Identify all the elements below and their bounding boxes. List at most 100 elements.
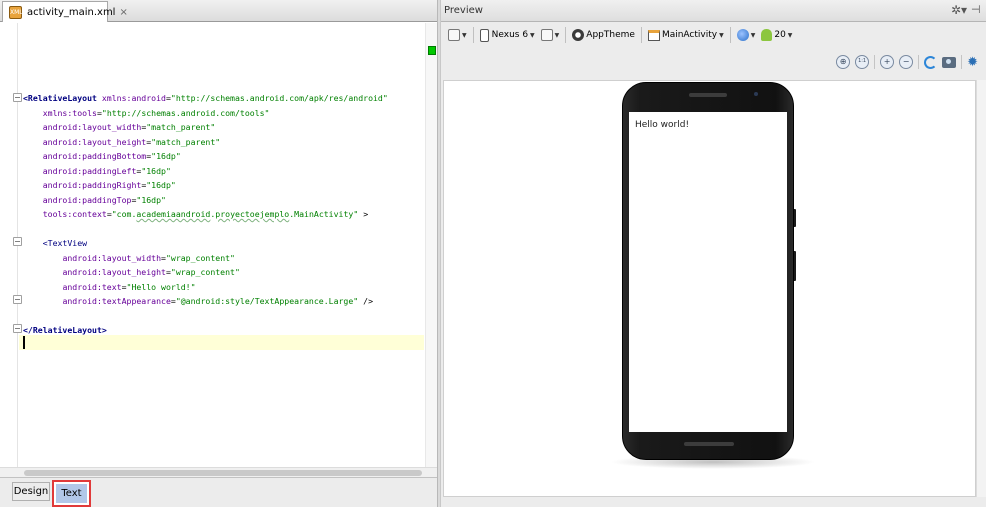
chevron-down-icon: ▼ [554, 31, 560, 39]
zoom-toolbar: ⊕ 1:1 + − ✹ [441, 50, 986, 74]
code-token: /> [358, 296, 374, 306]
settings-gear-icon[interactable]: ✲▾ [951, 3, 967, 17]
device-label: Nexus 6 [491, 30, 529, 40]
code-line[interactable]: android:layout_width="wrap_content" [23, 251, 235, 265]
editor-mode-tabs: Design Text [0, 477, 437, 507]
code-line[interactable]: android:layout_height="match_parent" [23, 135, 220, 149]
code-line[interactable]: android:paddingRight="16dp" [23, 178, 176, 192]
code-line[interactable]: </RelativeLayout> [23, 323, 107, 337]
code-line[interactable]: android:textAppearance="@android:style/T… [23, 294, 373, 308]
device-selector[interactable]: Nexus 6 ▼ [477, 25, 538, 45]
code-token: android:paddingLeft [42, 165, 137, 176]
code-token: android:text [62, 281, 122, 292]
code-token: tools:context [42, 209, 107, 219]
zoom-to-fit-icon[interactable]: ⊕ [836, 55, 851, 69]
zoom-in-icon[interactable]: + [880, 55, 895, 69]
refresh-icon[interactable] [924, 55, 938, 69]
code-token: android:textAppearance [62, 296, 171, 306]
zoom-out-icon[interactable]: − [899, 55, 914, 69]
editor-vertical-scrollbar[interactable] [425, 23, 437, 475]
theme-icon [572, 29, 585, 41]
preview-canvas[interactable]: Hello world! [443, 80, 976, 497]
chevron-down-icon: ▼ [719, 31, 724, 39]
preview-options-gear-icon[interactable]: ✹ [967, 55, 978, 70]
code-token: android:paddingBottom [42, 151, 147, 161]
code-token: "http://schemas.android.com/tools" [101, 107, 270, 118]
code-token: "16dp" [141, 165, 171, 176]
code-line[interactable]: xmlns:tools="http://schemas.android.com/… [23, 106, 270, 120]
code-line[interactable]: <RelativeLayout xmlns:android="http://sc… [23, 91, 388, 105]
code-token: android:paddingRight [42, 180, 142, 190]
close-tab-icon[interactable]: × [119, 7, 127, 18]
globe-icon [736, 29, 749, 41]
code-token: > [358, 209, 369, 219]
phone-camera [754, 92, 758, 96]
locale-selector[interactable]: ▼ [734, 25, 759, 45]
orientation-icon [540, 29, 553, 41]
hello-world-textview[interactable]: Hello world! [635, 120, 689, 130]
code-token: android:layout_height [62, 267, 166, 277]
code-line[interactable]: android:paddingLeft="16dp" [23, 164, 171, 178]
tab-activity-main-xml[interactable]: XML activity_main.xml × [2, 1, 128, 22]
config-icon [448, 29, 460, 41]
android-icon [761, 29, 773, 41]
code-area[interactable]: <RelativeLayout xmlns:android="http://sc… [19, 23, 424, 467]
code-token: android:layout_width [42, 122, 142, 132]
xml-editor-pane: XML activity_main.xml × <RelativeLayout … [0, 0, 437, 507]
screenshot-icon[interactable] [942, 56, 957, 68]
preview-vertical-scrollbar[interactable] [976, 80, 986, 497]
editor-horizontal-scrollbar[interactable] [0, 467, 437, 477]
activity-label: MainActivity [661, 30, 718, 40]
activity-selector[interactable]: MainActivity ▼ [645, 25, 727, 45]
code-line[interactable]: android:paddingTop="16dp" [23, 193, 166, 207]
toolbar-divider [640, 27, 642, 43]
code-line[interactable]: android:paddingBottom="16dp" [23, 149, 181, 163]
editor-gutter [0, 23, 22, 467]
orientation-selector[interactable]: ▼ [538, 25, 563, 45]
hide-panel-icon[interactable]: ⊣ [971, 3, 981, 16]
theme-label: AppTheme [586, 30, 635, 40]
phone-icon [479, 28, 489, 42]
code-line[interactable]: android:layout_width="match_parent" [23, 120, 216, 134]
no-errors-indicator-icon [428, 46, 436, 55]
toolbar-divider [565, 27, 567, 43]
code-line[interactable]: android:text="Hello world!" [23, 280, 196, 294]
render-config-button[interactable]: ▼ [445, 25, 470, 45]
code-line[interactable]: android:layout_height="wrap_content" [23, 265, 240, 279]
ide-window: XML activity_main.xml × <RelativeLayout … [0, 0, 986, 507]
toolbar-divider [729, 27, 731, 43]
api-level-selector[interactable]: 20 ▼ [758, 25, 795, 45]
code-token: "@android:style/TextAppearance.Large" [175, 296, 359, 306]
theme-selector[interactable]: AppTheme [569, 25, 638, 45]
tab-text-highlight-box: Text [52, 480, 91, 507]
code-line[interactable]: tools:context="com.academiaandroid.proye… [23, 207, 368, 221]
code-line[interactable]: <TextView [23, 236, 87, 250]
code-token: <RelativeLayout [23, 93, 102, 103]
code-token: "16dp" [146, 180, 176, 190]
tab-text[interactable]: Text [56, 484, 87, 503]
code-token: android:layout_width [62, 252, 162, 263]
code-token: "Hello world!" [126, 281, 196, 292]
editor-tab-bar: XML activity_main.xml × [0, 0, 437, 22]
tab-design[interactable]: Design [12, 482, 50, 501]
chevron-down-icon: ▼ [787, 31, 793, 39]
device-screen[interactable]: Hello world! [629, 112, 787, 432]
code-token: "match_parent" [146, 122, 216, 132]
code-token: "com. [111, 209, 137, 219]
code-token: .MainActivity" [289, 209, 359, 219]
toolbar-divider [961, 55, 963, 69]
zoom-actual-size-icon[interactable]: 1:1 [855, 55, 870, 69]
scrollbar-thumb[interactable] [24, 470, 422, 476]
toolbar-divider [472, 27, 474, 43]
nexus-6-device-frame: Hello world! [622, 82, 794, 460]
preview-title: Preview [444, 5, 483, 16]
toolbar-divider [874, 55, 876, 69]
code-token: "wrap_content" [170, 267, 240, 277]
